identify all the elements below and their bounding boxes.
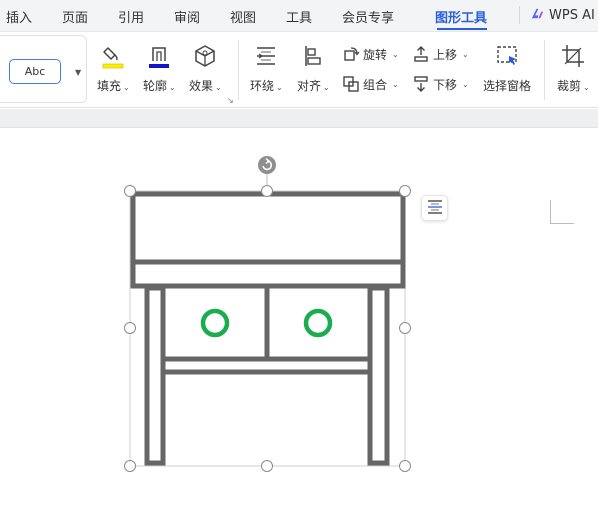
cabinet-shape[interactable] xyxy=(130,191,406,466)
resize-handle-top-left[interactable] xyxy=(124,185,136,197)
resize-handle-left[interactable] xyxy=(124,322,136,334)
resize-handle-bottom[interactable] xyxy=(261,460,273,472)
rotate-handle-icon[interactable] xyxy=(258,156,276,174)
resize-handle-right[interactable] xyxy=(399,322,411,334)
resize-handle-bottom-left[interactable] xyxy=(124,460,136,472)
cabinet-left-leg xyxy=(144,285,166,466)
cabinet-right-leg xyxy=(367,285,390,466)
resize-handle-top[interactable] xyxy=(261,185,273,197)
resize-handle-top-right[interactable] xyxy=(399,185,411,197)
selected-shape-layer xyxy=(124,156,411,472)
layout-options-icon xyxy=(426,199,444,218)
resize-handle-bottom-right[interactable] xyxy=(399,460,411,472)
cabinet-top xyxy=(130,191,406,289)
right-drawer-knob xyxy=(303,308,333,338)
layout-options-button[interactable] xyxy=(421,195,448,221)
left-drawer-knob xyxy=(200,308,230,338)
